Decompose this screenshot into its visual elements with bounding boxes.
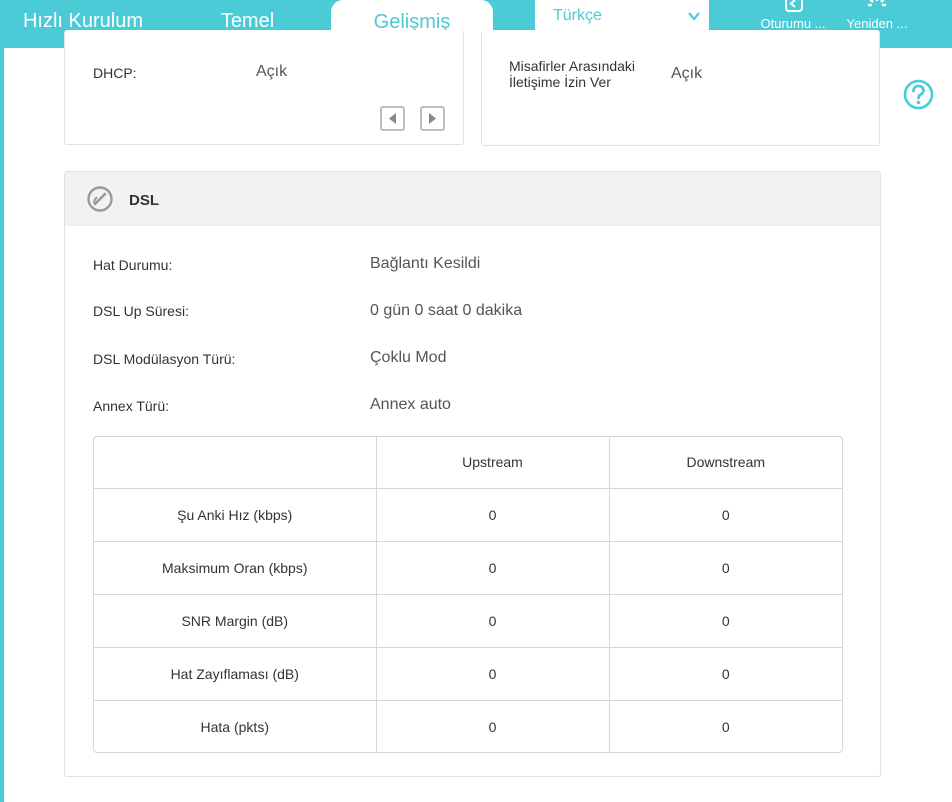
logout-icon [785, 0, 803, 12]
guest-isolation-label: Misafirler Arasındaki İletişime İzin Ver [509, 58, 635, 90]
prev-page-button[interactable] [380, 106, 405, 131]
table-row: SNR Margin (dB) 0 0 [94, 593, 842, 649]
language-select-value: Türkçe [553, 7, 602, 24]
table-header-cell [94, 437, 377, 489]
table-cell-downstream: 0 [608, 700, 842, 752]
table-cell-metric: Maksimum Oran (kbps) [94, 540, 377, 595]
dsl-stats-table: Upstream Downstream Şu Anki Hız (kbps) 0… [93, 436, 843, 753]
next-page-button[interactable] [420, 106, 445, 131]
line-status-value: Bağlantı Kesildi [370, 255, 481, 272]
reboot-label: Yeniden ... [846, 16, 908, 31]
table-cell-metric: Şu Anki Hız (kbps) [94, 487, 377, 542]
left-accent-strip [0, 0, 4, 802]
table-header-downstream: Downstream [608, 437, 842, 489]
table-row: Maksimum Oran (kbps) 0 0 [94, 540, 842, 595]
table-cell-downstream: 0 [608, 487, 842, 542]
dhcp-summary-card: DHCP: Açık [64, 30, 464, 145]
modulation-type-label: DSL Modülasyon Türü: [93, 351, 236, 367]
help-icon[interactable] [903, 79, 934, 110]
annex-type-value: Annex auto [370, 396, 451, 413]
table-cell-upstream: 0 [375, 593, 610, 649]
dsl-panel: DSL Hat Durumu: Bağlantı Kesildi DSL Up … [64, 171, 881, 777]
dsl-phone-icon [87, 186, 113, 212]
table-header-row: Upstream Downstream [94, 437, 842, 489]
table-header-upstream: Upstream [375, 437, 610, 489]
table-cell-upstream: 0 [375, 540, 610, 595]
table-cell-upstream: 0 [375, 646, 610, 702]
guest-isolation-label-line2: İletişime İzin Ver [509, 74, 611, 90]
table-row: Şu Anki Hız (kbps) 0 0 [94, 487, 842, 542]
annex-type-label: Annex Türü: [93, 398, 170, 414]
dsl-uptime-label: DSL Up Süresi: [93, 303, 189, 319]
dhcp-label: DHCP: [93, 65, 137, 81]
line-status-label: Hat Durumu: [93, 257, 173, 273]
table-cell-downstream: 0 [608, 540, 842, 595]
chevron-left-icon [389, 113, 396, 124]
table-cell-metric: SNR Margin (dB) [94, 593, 377, 649]
chevron-right-icon [429, 113, 436, 124]
table-cell-downstream: 0 [608, 646, 842, 702]
chevron-down-icon [688, 12, 700, 21]
dhcp-value: Açık [256, 63, 288, 80]
table-cell-downstream: 0 [608, 593, 842, 649]
table-cell-metric: Hat Zayıflaması (dB) [94, 646, 377, 702]
guest-isolation-value: Açık [671, 65, 703, 82]
logout-label: Oturumu ... [760, 16, 826, 31]
table-row: Hata (pkts) 0 0 [94, 700, 842, 752]
table-cell-metric: Hata (pkts) [94, 700, 377, 752]
dsl-panel-title: DSL [129, 192, 159, 209]
table-row: Hat Zayıflaması (dB) 0 0 [94, 646, 842, 702]
language-select[interactable]: Türkçe [535, 0, 709, 32]
dsl-uptime-value: 0 gün 0 saat 0 dakika [370, 302, 523, 319]
modulation-type-value: Çoklu Mod [370, 349, 447, 366]
dsl-panel-header: DSL [65, 172, 880, 226]
guest-isolation-label-line1: Misafirler Arasındaki [509, 58, 636, 74]
guest-network-card: Misafirler Arasındaki İletişime İzin Ver… [481, 30, 880, 146]
table-cell-upstream: 0 [375, 700, 610, 752]
table-cell-upstream: 0 [375, 487, 610, 542]
reboot-icon [868, 0, 886, 7]
